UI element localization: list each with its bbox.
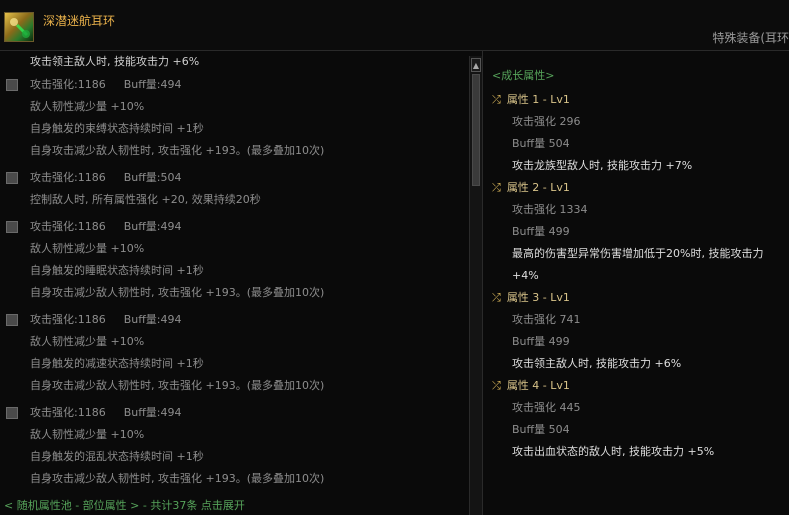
attribute-attack: 攻击强化 445	[512, 401, 581, 414]
option-stats: 攻击强化:1186 Buff量:494	[30, 216, 182, 238]
option-buff: Buff量:494	[123, 406, 182, 419]
expand-options-link[interactable]: < 随机属性池 - 部位属性 > - 共计37条 点击展开	[0, 496, 472, 515]
item-header: 深潜迷航耳环 特殊装备(耳环	[0, 0, 789, 51]
attribute-attack: 攻击强化 1334	[512, 203, 588, 216]
arrow-up-icon[interactable]: ▲	[471, 58, 481, 72]
shuffle-icon[interactable]: ⤮	[492, 379, 501, 392]
attribute-buff: Buff量 504	[512, 423, 570, 436]
attribute-title: 属性 2 - Lv1	[506, 181, 570, 194]
shuffle-icon[interactable]: ⤮	[492, 93, 501, 106]
attribute-attack: 攻击强化 741	[512, 313, 581, 326]
option-line: 自身攻击减少敌人韧性时, 攻击强化 +193。(最多叠加10次)	[30, 144, 325, 157]
option-attack: 攻击强化:1186	[30, 78, 106, 91]
scroll-thumb[interactable]	[472, 74, 480, 186]
attribute-buff: Buff量 499	[512, 225, 570, 238]
checkbox-icon[interactable]	[6, 221, 18, 233]
attribute-title: 属性 4 - Lv1	[506, 379, 570, 392]
option-stats: 攻击强化:1186 Buff量:494	[30, 402, 182, 424]
shuffle-icon[interactable]: ⤮	[492, 291, 501, 304]
option-buff: Buff量:494	[123, 313, 182, 326]
option-line: 自身触发的减速状态持续时间 +1秒	[30, 357, 204, 370]
attribute-effect: 攻击龙族型敌人时, 技能攻击力 +7%	[512, 159, 693, 172]
checkbox-icon[interactable]	[6, 79, 18, 91]
option-attack: 攻击强化:1186	[30, 313, 106, 326]
attribute-effect: 最高的伤害型异常伤害增加低于20%时, 技能攻击力	[512, 247, 764, 260]
option-buff: Buff量:494	[123, 78, 182, 91]
attribute-header: ⤮ 属性 3 - Lv1	[492, 287, 570, 309]
option-stats: 攻击强化:1186 Buff量:504	[30, 167, 182, 189]
attribute-header: ⤮ 属性 4 - Lv1	[492, 375, 570, 397]
option-line: 自身触发的睡眠状态持续时间 +1秒	[30, 264, 204, 277]
option-stats: 攻击强化:1186 Buff量:494	[30, 74, 182, 96]
option-stats: 攻击强化:1186 Buff量:494	[30, 309, 182, 331]
checkbox-icon[interactable]	[6, 407, 18, 419]
attribute-buff: Buff量 504	[512, 137, 570, 150]
checkbox-icon[interactable]	[6, 314, 18, 326]
option-line: 敌人韧性减少量 +10%	[30, 335, 145, 348]
option-line: 控制敌人时, 所有属性强化 +20, 效果持续20秒	[30, 193, 261, 206]
growth-title: <成长属性>	[492, 69, 555, 82]
checkbox-icon[interactable]	[6, 172, 18, 184]
item-name: 深潜迷航耳环	[43, 14, 116, 28]
option-buff: Buff量:504	[123, 171, 182, 184]
option-line: 自身攻击减少敌人韧性时, 攻击强化 +193。(最多叠加10次)	[30, 379, 325, 392]
shuffle-icon[interactable]: ⤮	[492, 181, 501, 194]
item-type: 特殊装备(耳环	[712, 31, 789, 45]
attribute-buff: Buff量 499	[512, 335, 570, 348]
option-attack: 攻击强化:1186	[30, 171, 106, 184]
option-line: 敌人韧性减少量 +10%	[30, 428, 145, 441]
attribute-effect: 攻击出血状态的敌人时, 技能攻击力 +5%	[512, 445, 715, 458]
option-line: 自身攻击减少敌人韧性时, 攻击强化 +193。(最多叠加10次)	[30, 472, 325, 485]
earring-icon	[4, 12, 34, 42]
attribute-attack: 攻击强化 296	[512, 115, 581, 128]
option-attack: 攻击强化:1186	[30, 220, 106, 233]
random-options-panel: 攻击领主敌人时, 技能攻击力 +6% 攻击强化:1186 Buff量:494 敌人…	[0, 51, 468, 515]
option-line: 自身触发的束缚状态持续时间 +1秒	[30, 122, 204, 135]
option-line: 敌人韧性减少量 +10%	[30, 242, 145, 255]
attribute-effect: +4%	[512, 269, 539, 282]
scrollbar[interactable]: ▲	[469, 56, 482, 515]
growth-attributes-panel: <成长属性> ⤮ 属性 1 - Lv1 攻击强化 296 Buff量 504 攻击…	[483, 51, 789, 515]
attribute-header: ⤮ 属性 2 - Lv1	[492, 177, 570, 199]
attribute-effect: 攻击领主敌人时, 技能攻击力 +6%	[512, 357, 682, 370]
attribute-header: ⤮ 属性 1 - Lv1	[492, 89, 570, 111]
option-line: 自身触发的混乱状态持续时间 +1秒	[30, 450, 204, 463]
attribute-title: 属性 1 - Lv1	[506, 93, 570, 106]
option-attack: 攻击强化:1186	[30, 406, 106, 419]
attribute-title: 属性 3 - Lv1	[506, 291, 570, 304]
option-line: 自身攻击减少敌人韧性时, 攻击强化 +193。(最多叠加10次)	[30, 286, 325, 299]
option-buff: Buff量:494	[123, 220, 182, 233]
cut-off-line: 攻击领主敌人时, 技能攻击力 +6%	[30, 55, 200, 68]
option-line: 敌人韧性减少量 +10%	[30, 100, 145, 113]
